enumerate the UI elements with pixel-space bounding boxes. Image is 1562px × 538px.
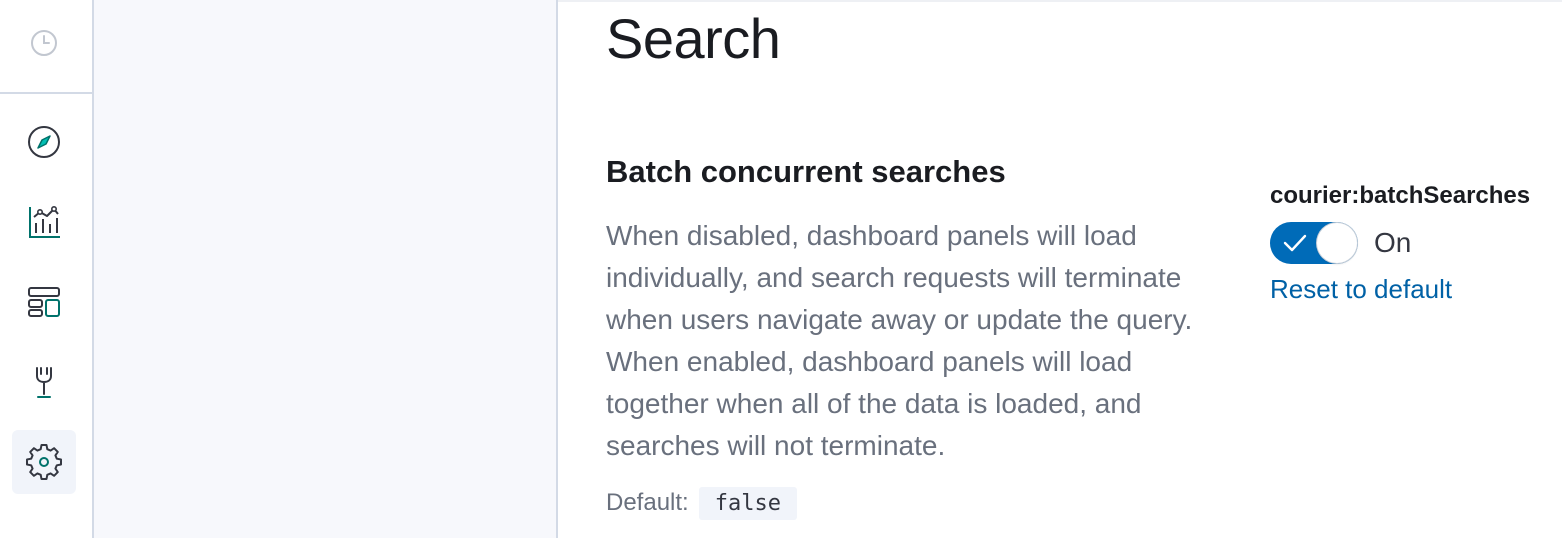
recently-viewed-button[interactable] (12, 11, 76, 75)
rail-divider (0, 92, 92, 94)
checkmark-icon (1283, 234, 1307, 252)
nav-dev-tools[interactable] (12, 350, 76, 414)
nav-discover[interactable] (12, 110, 76, 174)
switch-row: On (1270, 222, 1411, 264)
toggle-label: On (1374, 227, 1412, 258)
reset-to-default-link[interactable]: Reset to default (1270, 274, 1452, 305)
nav-dashboard[interactable] (12, 270, 76, 334)
wrench-icon (36, 367, 52, 398)
nav-visualize[interactable] (12, 190, 76, 254)
top-divider (558, 0, 1562, 2)
batch-searches-toggle[interactable] (1270, 222, 1358, 264)
gear-icon (26, 444, 62, 480)
default-label: Default: (606, 489, 689, 516)
side-panel (94, 0, 558, 538)
default-value: false (698, 486, 797, 520)
dashboard-icon (28, 287, 60, 317)
settings-main: Search Batch concurrent searches When di… (558, 0, 1562, 538)
toggle-knob (1317, 223, 1357, 263)
setting-description: When disabled, dashboard panels will loa… (606, 220, 1193, 461)
chart-icon (29, 205, 60, 238)
compass-icon (28, 126, 60, 158)
default-value-row: Default: false (606, 484, 797, 522)
nav-stack-management[interactable] (12, 430, 76, 494)
nav-rail (0, 0, 94, 538)
setting-key: courier:batchSearches (1270, 182, 1531, 209)
clock-icon (31, 30, 57, 56)
section-title: Search (606, 7, 781, 70)
setting-title: Batch concurrent searches (606, 154, 1006, 189)
